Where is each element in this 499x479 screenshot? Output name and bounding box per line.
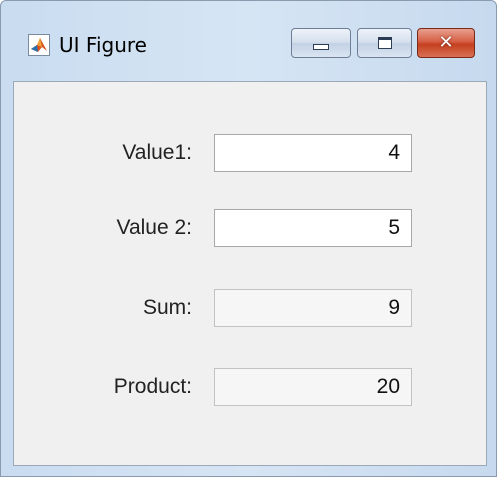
value1-field[interactable]	[214, 134, 412, 172]
minimize-button[interactable]	[291, 28, 351, 58]
minimize-icon	[313, 44, 329, 50]
matlab-logo-icon	[28, 34, 50, 56]
maximize-icon	[377, 37, 392, 49]
figure-window: UI Figure ✕ Value1: Value 2: Sum: Produc…	[0, 0, 497, 477]
product-label: Product:	[113, 375, 192, 398]
value1-label: Value1:	[122, 141, 192, 164]
title-bar[interactable]: UI Figure ✕	[1, 1, 496, 81]
window-title: UI Figure	[59, 33, 147, 57]
product-field	[214, 368, 412, 406]
sum-label: Sum:	[142, 296, 192, 319]
sum-field	[214, 289, 412, 327]
close-icon: ✕	[438, 32, 454, 53]
maximize-button[interactable]	[357, 28, 412, 58]
close-button[interactable]: ✕	[417, 28, 475, 58]
figure-content: Value1: Value 2: Sum: Product:	[13, 81, 487, 466]
value2-field[interactable]	[214, 209, 412, 247]
value2-label: Value 2:	[116, 216, 193, 239]
